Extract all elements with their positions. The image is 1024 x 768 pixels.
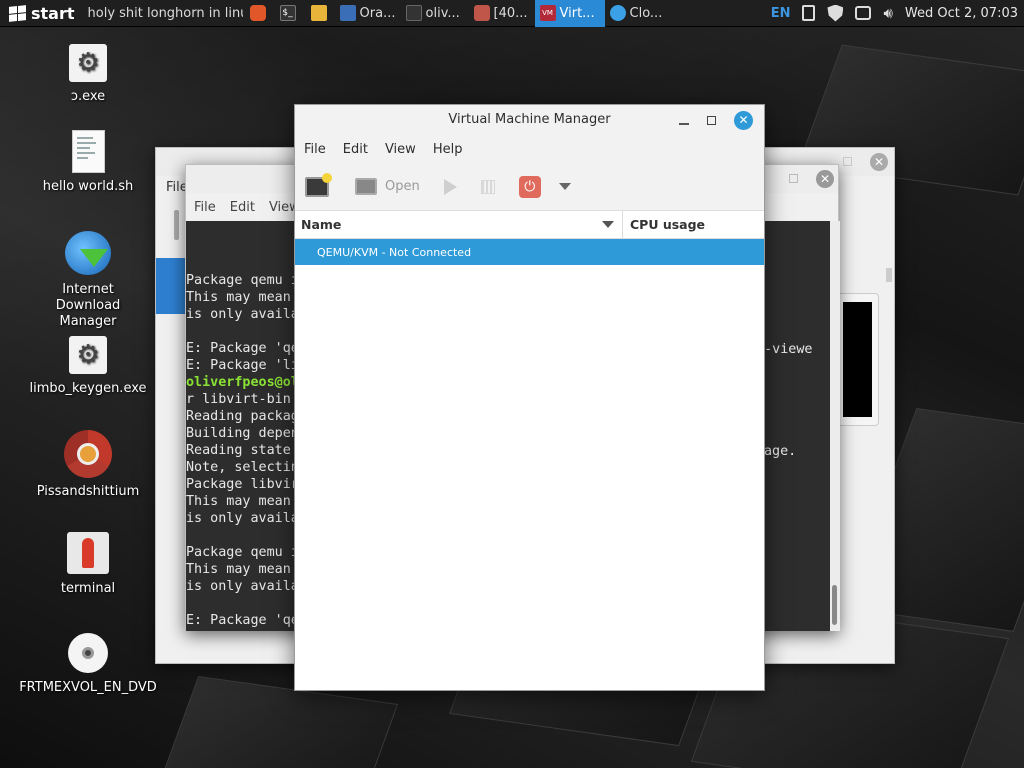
task-holy-shit-longhorn[interactable]: holy shit longhorn in linux	[83, 0, 243, 27]
menu-edit[interactable]: Edit	[230, 200, 255, 215]
menu-file[interactable]: File	[194, 200, 216, 215]
terminal-icon: $_	[279, 5, 296, 21]
task-terminal-oliv[interactable]: oliv...	[401, 0, 469, 27]
desktop-icon-idm[interactable]: Internet Download Manager	[18, 230, 158, 330]
close-icon[interactable]: ✕	[734, 110, 753, 130]
task-label: Virt...	[559, 5, 595, 21]
desktop-icon-label: hello world.sh	[42, 179, 134, 194]
script-file-icon	[71, 130, 105, 173]
maximize-icon[interactable]	[707, 115, 716, 125]
column-name-label: Name	[301, 217, 342, 232]
volume-icon[interactable]: 🔊︎	[883, 4, 892, 22]
terminal-fragment: age.	[764, 444, 797, 459]
maximize-icon[interactable]	[843, 157, 852, 166]
clipboard-icon[interactable]	[802, 5, 816, 21]
clock-display[interactable]: Wed Oct 2, 07:03	[905, 6, 1018, 21]
chromium-icon	[64, 430, 112, 478]
clock-icon	[609, 5, 626, 21]
gear-icon: ⚙	[69, 44, 107, 82]
desktop-icon-exe[interactable]: ⚙ ↄ.exe	[18, 43, 158, 104]
desktop-icon-terminal[interactable]: terminal	[18, 531, 158, 596]
download-manager-icon	[65, 231, 111, 275]
column-name-header[interactable]: Name	[295, 210, 623, 239]
gear-icon: ⚙	[69, 336, 107, 374]
desktop-icon-label: Pissandshittium	[36, 484, 140, 499]
shutdown-button[interactable]: ⏻	[518, 175, 541, 198]
start-label: start	[31, 3, 75, 23]
desktop-icon-label: terminal	[60, 581, 116, 596]
window-controls: ✕	[679, 105, 753, 135]
menu-file[interactable]: File	[304, 142, 326, 157]
virtualbox-icon	[339, 5, 356, 21]
browser-icon	[249, 5, 266, 21]
desktop-icon-label: ↄ.exe	[70, 89, 106, 104]
vm-preview-frame	[836, 293, 879, 426]
minimize-icon[interactable]	[679, 123, 689, 125]
scrollbar-thumb[interactable]	[886, 268, 892, 282]
menu-help[interactable]: Help	[433, 142, 463, 157]
task-virt-manager[interactable]: VM Virt...	[534, 0, 605, 27]
sort-arrow-icon	[602, 221, 614, 228]
task-label: Ora...	[359, 5, 396, 21]
scrollbar-thumb[interactable]	[832, 585, 837, 625]
vm-preview-screen	[843, 302, 872, 417]
terminal-icon	[405, 5, 422, 21]
task-label: [40...	[493, 5, 528, 21]
column-cpu-header[interactable]: CPU usage	[623, 217, 705, 232]
task-oracle-virtualbox[interactable]: Ora...	[335, 0, 401, 27]
shield-icon[interactable]	[827, 4, 844, 22]
folder-icon	[310, 5, 327, 21]
app-icon	[473, 5, 490, 21]
desktop-icon-limbo-keygen[interactable]: ⚙ limbo_keygen.exe	[18, 335, 158, 396]
toolbar: Open ⏻	[295, 163, 764, 211]
new-vm-icon	[322, 172, 332, 183]
connection-label: QEMU/KVM - Not Connected	[317, 245, 472, 259]
run-button[interactable]	[443, 178, 457, 195]
desktop-icon-hello-world[interactable]: hello world.sh	[18, 130, 158, 194]
window-icon[interactable]	[855, 6, 872, 20]
monitor-icon	[355, 178, 377, 195]
virtual-machine-manager-window[interactable]: Virtual Machine Manager ✕ File Edit View…	[294, 104, 765, 691]
task-clock[interactable]: Clo...	[605, 0, 673, 27]
desktop-icon-label: limbo_keygen.exe	[29, 381, 147, 396]
desktop-icon-dvd[interactable]: FRTMEXVOL_EN_DVD	[18, 632, 158, 695]
task-files[interactable]	[303, 0, 335, 27]
open-label: Open	[385, 179, 420, 194]
dvd-icon	[68, 633, 108, 673]
desktop-icon-label: FRTMEXVOL_EN_DVD	[19, 680, 157, 695]
menubar: File Edit View Help	[295, 135, 764, 163]
close-icon[interactable]: ✕	[816, 170, 834, 188]
open-button[interactable]: Open	[355, 178, 420, 195]
close-icon[interactable]: ✕	[870, 153, 888, 171]
task-browser[interactable]	[243, 0, 273, 27]
vm-list-selected-item[interactable]	[156, 258, 188, 314]
task-label: oliv...	[425, 5, 460, 21]
menu-view[interactable]: View	[385, 142, 416, 157]
task-40[interactable]: [40...	[469, 0, 535, 27]
menu-edit[interactable]: Edit	[343, 142, 368, 157]
rocket-icon	[67, 532, 109, 574]
vmm-icon: VM	[539, 5, 556, 21]
task-label: holy shit longhorn in linux	[87, 5, 243, 21]
taskbar: start holy shit longhorn in linux $_ Ora…	[0, 0, 1024, 27]
windows-logo-icon	[9, 4, 26, 22]
desktop-icon-label: Internet Download Manager	[55, 282, 121, 329]
column-header: Name CPU usage	[295, 210, 764, 239]
tools-icon	[174, 210, 179, 240]
task-label: Clo...	[629, 5, 663, 21]
window-title: Virtual Machine Manager	[448, 112, 611, 127]
new-vm-button[interactable]	[305, 172, 332, 197]
desktop-icon-pissandshittium[interactable]: Pissandshittium	[18, 430, 158, 499]
column-cpu-label: CPU usage	[630, 217, 706, 232]
chevron-down-icon[interactable]	[558, 183, 571, 190]
system-tray: EN 🔊︎ Wed Oct 2, 07:03	[771, 4, 1024, 22]
keyboard-layout-indicator[interactable]: EN	[771, 6, 791, 21]
titlebar: Virtual Machine Manager ✕	[295, 105, 764, 135]
pause-button[interactable]	[480, 179, 495, 194]
connection-row[interactable]: QEMU/KVM - Not Connected	[295, 239, 764, 265]
maximize-icon[interactable]	[789, 174, 798, 183]
task-terminal[interactable]: $_	[273, 0, 303, 27]
terminal-scrollbar[interactable]	[830, 221, 840, 631]
start-button[interactable]: start	[0, 0, 83, 27]
